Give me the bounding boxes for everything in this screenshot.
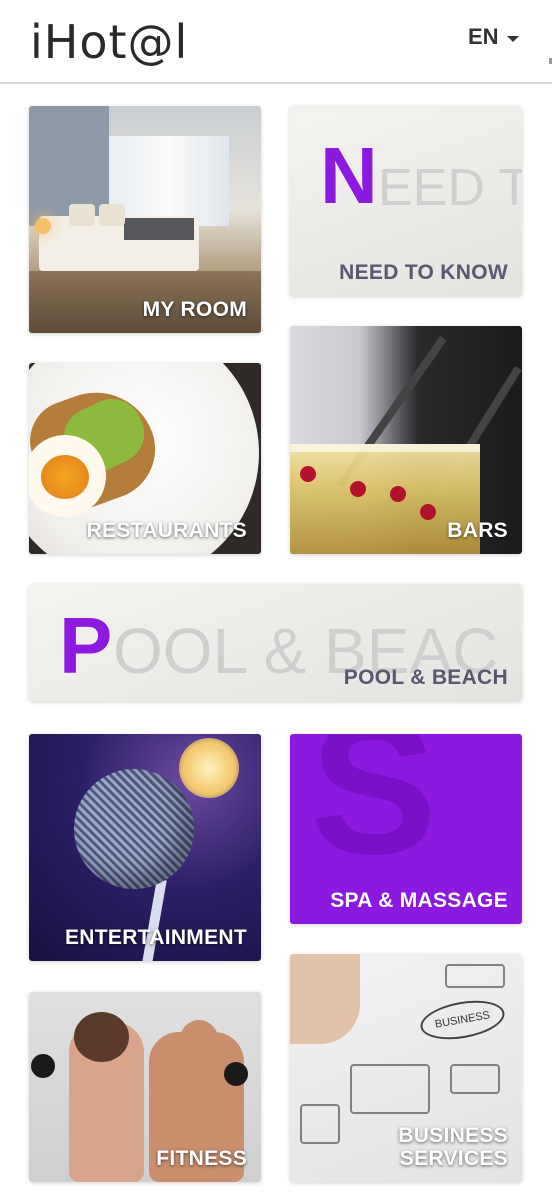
- business-sketch-box: [445, 964, 505, 988]
- tile-entertainment[interactable]: ENTERTAINMENT: [29, 734, 261, 961]
- bars-glass-rim: [290, 444, 480, 452]
- business-sketch-bubble: BUSINESS: [417, 994, 508, 1046]
- tile-label-business-services: BUSINESS SERVICES: [398, 1124, 508, 1170]
- bars-berry: [300, 466, 316, 482]
- pool-beach-initial: P: [59, 601, 113, 690]
- tile-restaurants[interactable]: RESTAURANTS: [29, 363, 261, 554]
- fitness-man-head: [179, 1020, 219, 1064]
- room-pillow: [69, 204, 95, 226]
- tile-label-bars: BARS: [447, 519, 508, 542]
- tile-pool-beach[interactable]: P OOL & BEAC POOL & BEACH: [29, 584, 522, 701]
- need-to-know-ghost-text: EED TO: [378, 159, 522, 217]
- business-sketch-box: [450, 1064, 500, 1094]
- fitness-woman-hair: [74, 1012, 129, 1062]
- room-pillow: [99, 204, 125, 226]
- tile-label-spa-massage: SPA & MASSAGE: [330, 889, 508, 912]
- room-window: [109, 136, 229, 226]
- business-label-line2: SERVICES: [399, 1147, 508, 1170]
- tile-label-fitness: FITNESS: [156, 1147, 247, 1170]
- dumbbell-icon: [224, 1062, 248, 1086]
- microphone-icon: [74, 769, 194, 889]
- need-to-know-initial: N: [320, 131, 378, 220]
- business-label-line1: BUSINESS: [398, 1124, 508, 1147]
- dumbbell-icon: [31, 1054, 55, 1078]
- chevron-down-icon: [506, 35, 519, 42]
- tile-label-my-room: MY ROOM: [142, 298, 247, 321]
- app-logo[interactable]: iHot@l: [30, 12, 188, 72]
- tile-fitness[interactable]: FITNESS: [29, 992, 261, 1182]
- language-label: EN: [468, 24, 499, 49]
- language-selector[interactable]: EN: [468, 22, 519, 52]
- tile-business-services[interactable]: BUSINESS BUSINESS SERVICES: [290, 954, 522, 1182]
- room-lamp: [35, 218, 51, 234]
- tile-label-entertainment: ENTERTAINMENT: [65, 926, 247, 949]
- bars-berry: [350, 481, 366, 497]
- business-sketch-box: [300, 1104, 340, 1144]
- bars-berry: [420, 504, 436, 520]
- tile-bars[interactable]: BARS: [290, 326, 522, 554]
- entertainment-light: [179, 738, 239, 798]
- business-hand: [290, 954, 360, 1044]
- restaurant-yolk: [41, 455, 89, 499]
- tile-my-room[interactable]: MY ROOM: [29, 106, 261, 333]
- bars-berry: [390, 486, 406, 502]
- spa-initial: S: [310, 734, 437, 894]
- tile-label-need-to-know: NEED TO KNOW: [339, 261, 508, 284]
- room-bed-throw: [124, 218, 194, 240]
- business-sketch-chart: [350, 1064, 430, 1114]
- tile-label-pool-beach: POOL & BEACH: [343, 666, 508, 689]
- app-header: iHot@l EN: [0, 0, 552, 84]
- tile-spa-massage[interactable]: S SPA & MASSAGE: [290, 734, 522, 924]
- tile-label-restaurants: RESTAURANTS: [86, 519, 247, 542]
- tile-need-to-know[interactable]: N EED TO NEED TO KNOW: [290, 106, 522, 296]
